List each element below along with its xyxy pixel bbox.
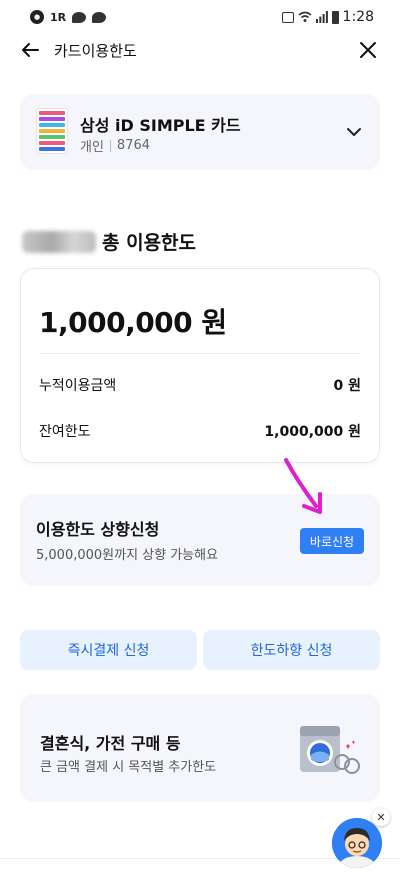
- raise-subtitle: 5,000,000원까지 상향 가능해요: [36, 548, 219, 563]
- alarm-icon: [281, 11, 294, 23]
- divider: [39, 353, 361, 354]
- promo-subtitle: 큰 금액 결제 시 목적별 추가한도: [40, 760, 217, 775]
- blurred-user-name: [22, 230, 96, 253]
- washing-machine-icon: [300, 726, 360, 774]
- remaining-limit-row: 잔여한도 1,000,000 원: [39, 421, 361, 441]
- used-amount-value: 0 원: [333, 378, 362, 394]
- used-amount-label: 누적이용금액: [39, 378, 117, 394]
- chevron-down-icon[interactable]: [344, 122, 364, 142]
- remaining-limit-label: 잔여한도: [39, 424, 91, 440]
- app-notification-icon: ●: [30, 10, 44, 24]
- limit-summary-card: 1,000,000 원 누적이용금액 0 원 잔여한도 1,000,000 원: [20, 268, 380, 463]
- wifi-icon: [298, 11, 312, 22]
- remaining-limit-value: 1,000,000 원: [264, 424, 361, 440]
- close-icon[interactable]: [356, 38, 380, 62]
- annotation-arrow-icon: [284, 458, 322, 514]
- promo-title: 결혼식, 가전 구매 등: [40, 734, 181, 753]
- status-left: ● 1R: [30, 10, 107, 24]
- battery-icon: [331, 10, 339, 24]
- chatbot-close-icon[interactable]: ✕: [372, 808, 390, 826]
- avatar-icon: [332, 818, 382, 868]
- instant-payment-button[interactable]: 즉시결제 신청: [20, 630, 197, 670]
- card-type: 개인: [80, 140, 104, 155]
- action-buttons: 즉시결제 신청 한도하향 신청: [20, 630, 380, 670]
- chatbot-avatar-button[interactable]: [332, 818, 382, 868]
- raise-title: 이용한도 상향신청: [36, 520, 160, 539]
- card-subinfo: 개인 8764: [80, 136, 150, 155]
- apply-now-button[interactable]: 바로신청: [300, 528, 364, 554]
- page-title: 카드이용한도: [54, 42, 137, 60]
- chat-icon-2: [92, 11, 107, 23]
- chat-icon: [72, 11, 87, 23]
- header: 카드이용한도: [0, 30, 400, 70]
- status-right: 1:28: [281, 9, 374, 25]
- used-amount-row: 누적이용금액 0 원: [39, 375, 361, 395]
- card-selector[interactable]: 삼성 iD SIMPLE 카드 개인 8764: [20, 94, 380, 170]
- status-badge: 1R: [50, 10, 67, 24]
- card-last4: 8764: [116, 138, 151, 153]
- divider: [109, 139, 111, 152]
- limit-heading-text: 총 이용한도: [102, 232, 197, 254]
- arrow-left-icon[interactable]: [18, 38, 42, 62]
- status-time: 1:28: [342, 9, 374, 25]
- card-thumbnail: [36, 108, 68, 154]
- card-name: 삼성 iD SIMPLE 카드: [80, 116, 241, 135]
- signal-icon: [315, 11, 328, 23]
- extra-limit-promo-card[interactable]: 결혼식, 가전 구매 등 큰 금액 결제 시 목적별 추가한도: [20, 694, 380, 802]
- limit-heading: 총 이용한도: [22, 228, 196, 255]
- lower-limit-button[interactable]: 한도하향 신청: [203, 630, 380, 670]
- total-limit-value: 1,000,000 원: [39, 306, 227, 339]
- status-bar: ● 1R 1:28: [0, 0, 400, 34]
